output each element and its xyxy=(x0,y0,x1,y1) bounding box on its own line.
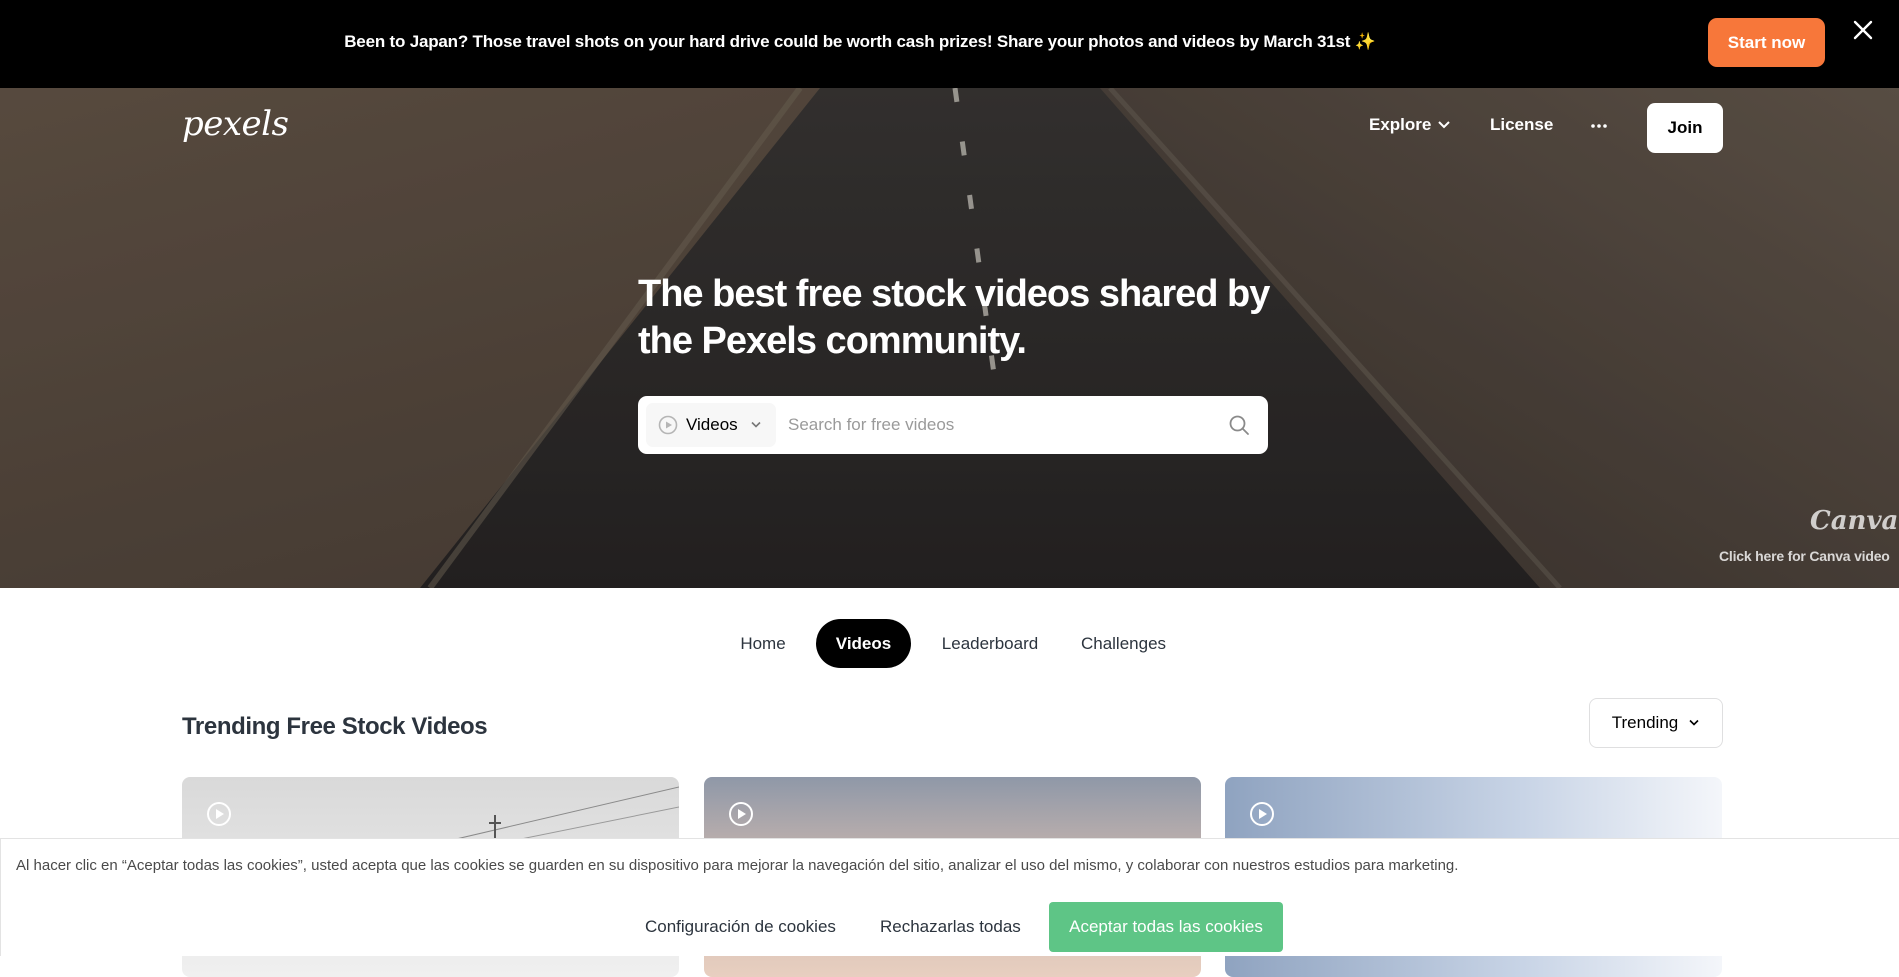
tab-challenges[interactable]: Challenges xyxy=(1068,619,1179,668)
chevron-down-icon xyxy=(751,421,761,428)
sort-label: Trending xyxy=(1611,713,1679,732)
search-type-dropdown[interactable]: Videos xyxy=(646,403,776,447)
close-icon[interactable] xyxy=(1851,16,1875,44)
search-icon[interactable] xyxy=(1228,414,1250,436)
tab-home[interactable]: Home xyxy=(724,619,802,668)
cookie-text: Al hacer clic en “Aceptar todas las cook… xyxy=(16,857,1459,874)
search-input[interactable] xyxy=(788,404,1208,446)
promo-banner: Been to Japan? Those travel shots on you… xyxy=(0,0,1899,88)
explore-label: Explore xyxy=(1369,115,1432,134)
promo-text: Been to Japan? Those travel shots on you… xyxy=(344,32,1376,51)
section-tabs: Home Videos Leaderboard Challenges xyxy=(0,619,1899,668)
more-horizontal-icon[interactable] xyxy=(1589,118,1609,134)
tab-videos[interactable]: Videos xyxy=(816,619,911,668)
accept-all-button[interactable]: Aceptar todas las cookies xyxy=(1049,902,1283,952)
chevron-down-icon xyxy=(1438,121,1451,129)
join-button[interactable]: Join xyxy=(1647,103,1723,153)
reject-all-button[interactable]: Rechazarlas todas xyxy=(880,902,1021,952)
search-type-label: Videos xyxy=(686,415,738,434)
cookie-settings-button[interactable]: Configuración de cookies xyxy=(645,902,836,952)
explore-menu[interactable]: Explore xyxy=(1369,115,1451,135)
tab-leaderboard[interactable]: Leaderboard xyxy=(927,619,1053,668)
hero-section: pexels Explore License Join The best fre… xyxy=(0,88,1899,588)
chevron-down-icon xyxy=(1689,719,1699,726)
hero-title: The best free stock videos shared by the… xyxy=(638,273,1270,362)
search-bar: Videos xyxy=(638,396,1268,454)
cookie-banner: Al hacer clic en “Aceptar todas las cook… xyxy=(0,838,1899,956)
pexels-logo[interactable]: pexels xyxy=(182,104,289,144)
canva-link[interactable]: Click here for Canva video xyxy=(1719,548,1890,564)
start-now-button[interactable]: Start now xyxy=(1708,18,1825,67)
canva-logo[interactable]: Canva xyxy=(1810,506,1898,536)
play-icon xyxy=(1250,802,1274,826)
license-link[interactable]: License xyxy=(1490,115,1553,135)
play-circle-icon xyxy=(658,415,678,435)
sort-dropdown[interactable]: Trending xyxy=(1589,698,1723,748)
play-icon xyxy=(207,802,231,826)
play-icon xyxy=(729,802,753,826)
section-title: Trending Free Stock Videos xyxy=(182,713,488,740)
